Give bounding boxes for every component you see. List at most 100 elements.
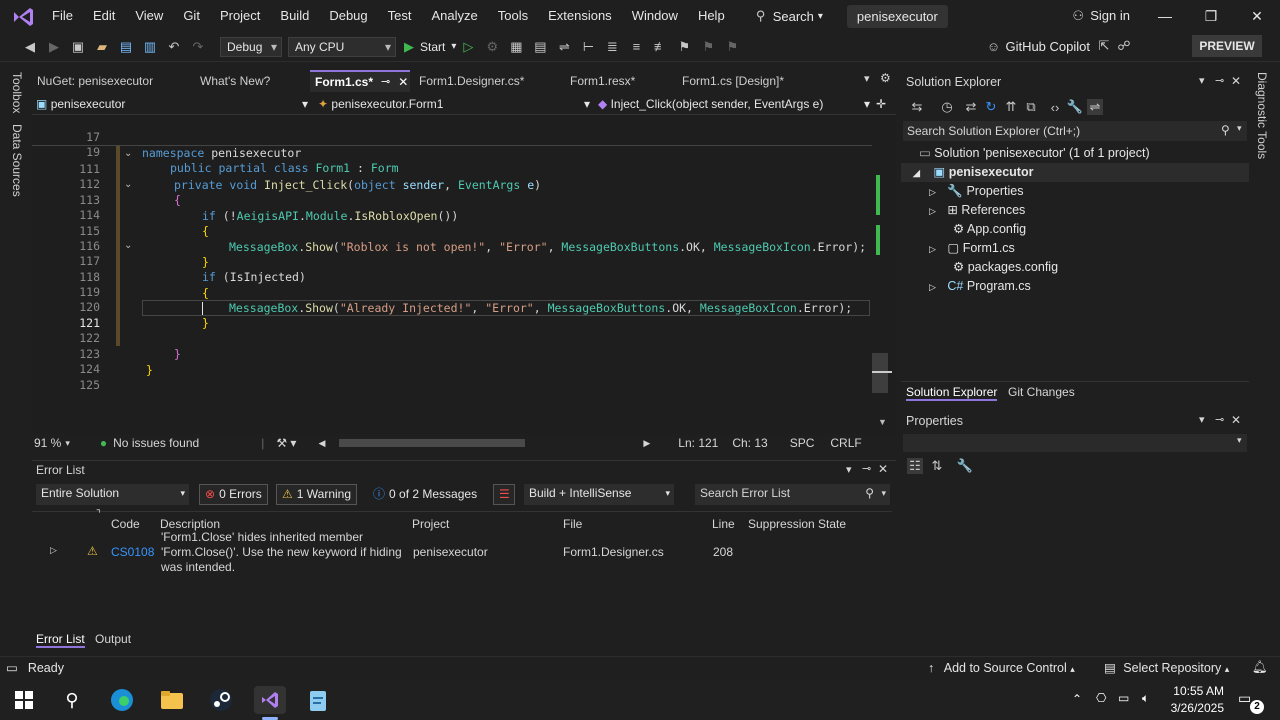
tab-form1-resx[interactable]: Form1.resx* [565,70,640,92]
switch-views-icon[interactable]: ⇄ [963,99,979,115]
chevron-down-icon[interactable]: ▾ [1199,413,1205,426]
project-dropdown[interactable]: ▣ penisexecutor ▾ [36,95,308,113]
chevron-down-icon[interactable]: ▾ [1199,74,1205,87]
notifications-bell-icon[interactable]: 🔔︎ [1252,660,1268,675]
tab-nuget[interactable]: NuGet: penisexecutor [32,70,158,92]
new-project-icon[interactable]: ▣ [70,39,86,55]
tab-form1-cs[interactable]: Form1.cs* ⊸ ✕ [310,70,410,92]
tree-item-solution[interactable]: ▭ Solution 'penisexecutor' (1 of 1 proje… [919,144,1150,163]
diagnostic-tools-tab[interactable]: Diagnostic Tools [1255,72,1269,159]
horizontal-scrollbar-thumb[interactable] [339,439,526,447]
categorized-icon[interactable]: ☷ [907,458,923,474]
select-repository-button[interactable]: ▤ Select Repository ▴ [1104,660,1229,675]
tab-whats-new[interactable]: What's New? [195,70,275,92]
preview-selected-icon[interactable]: ⇌ [1087,99,1103,115]
error-code-link[interactable]: CS0108 [111,545,154,559]
search-button[interactable]: ⚲ Search ▾ [743,8,833,24]
clock[interactable]: 10:55 AM 3/26/2025 [1168,683,1224,717]
windows-start-icon[interactable] [8,686,40,714]
indent-mode[interactable]: SPC [790,436,815,450]
sync-icon[interactable]: ⇆ [909,99,925,115]
menu-file[interactable]: File [42,0,83,32]
align-icon[interactable]: ⊢ [580,39,596,55]
scroll-down-icon[interactable]: ▼ [878,417,887,427]
open-folder-icon[interactable]: ▰ [94,39,110,55]
chevron-down-icon[interactable]: ▾ [846,463,852,476]
close-icon[interactable]: ✕ [398,72,408,92]
code-editor[interactable]: ⌄ ⌄ ⌄ 111 private void Inject_Click(obje… [32,115,896,435]
menu-view[interactable]: View [125,0,173,32]
uncomment-icon[interactable]: ≢ [652,39,668,55]
errors-filter-button[interactable]: ⊗ 0 Errors [199,484,268,505]
scroll-right-icon[interactable]: ▶ [643,438,650,449]
pin-icon[interactable]: ⊸ [1215,413,1224,426]
scroll-left-icon[interactable]: ◀ [318,438,325,449]
back-icon[interactable]: ◀ [22,39,38,55]
table-row[interactable]: ▷ ⚠ CS0108 'Form1.Close' hides inherited… [32,529,892,577]
tab-git-changes[interactable]: Git Changes [1008,385,1075,399]
alphabetical-icon[interactable]: ⇅ [929,458,945,474]
solution-search-input[interactable]: Search Solution Explorer (Ctrl+;) ⚲ ▾ [903,121,1247,141]
format-icon[interactable]: ≣ [604,39,620,55]
error-search-input[interactable]: Search Error List ⚲ ▾ [695,484,890,505]
member-dropdown[interactable]: ◆ Inject_Click(object sender, EventArgs … [598,95,870,113]
preview-badge[interactable]: PREVIEW [1192,35,1262,57]
view-code-icon[interactable]: ‹› [1047,99,1063,115]
steam-icon[interactable] [205,686,237,714]
pin-icon[interactable]: ⊸ [381,72,390,92]
tree-item-project[interactable]: ◢ ▣ penisexecutor [901,163,1249,182]
tree-item-packages-config[interactable]: ⚙ packages.config [953,258,1058,277]
menu-window[interactable]: Window [622,0,688,32]
menu-help[interactable]: Help [688,0,735,32]
scrollbar-thumb[interactable] [872,353,888,393]
prev-bookmark-icon[interactable]: ⚑ [700,39,716,55]
tab-form1-design[interactable]: Form1.cs [Design]* [677,70,789,92]
solution-platform-dropdown[interactable]: Any CPU [288,36,396,57]
tree-item-properties[interactable]: ▷ 🔧 Properties [929,182,1023,201]
menu-debug[interactable]: Debug [319,0,377,32]
close-icon[interactable]: ✕ [1231,413,1241,427]
comment-icon[interactable]: ≡ [628,39,644,55]
refresh-icon[interactable]: ↻ [983,99,999,115]
collapse-all-icon[interactable]: ⇈ [1003,99,1019,115]
volume-muted-icon[interactable]: 🔈︎ [1142,691,1149,706]
filter-icon[interactable]: ☰ [493,484,515,505]
history-icon[interactable]: ◷ [939,99,955,115]
property-pages-icon[interactable]: 🔧 [957,458,973,474]
chevron-down-icon[interactable]: ▾ [65,438,70,449]
show-all-files-icon[interactable]: ⧉ [1023,99,1039,115]
warnings-filter-button[interactable]: ⚠ 1 Warning [276,484,358,505]
menu-test[interactable]: Test [378,0,422,32]
menu-extensions[interactable]: Extensions [538,0,622,32]
tab-form1-designer[interactable]: Form1.Designer.cs* [414,70,529,92]
vertical-scrollbar[interactable]: ▼ [872,135,892,431]
menu-analyze[interactable]: Analyze [421,0,487,32]
close-window-button[interactable]: ✕ [1234,0,1280,32]
menu-build[interactable]: Build [270,0,319,32]
hot-reload-icon[interactable]: ⚙ [484,39,500,55]
sign-in-button[interactable]: ⚇ Sign in [1070,0,1130,32]
menu-tools[interactable]: Tools [488,0,538,32]
column-indicator[interactable]: Ch: 13 [732,436,767,450]
tab-overflow-chevron-icon[interactable]: ▾ [864,72,870,85]
tab-error-list[interactable]: Error List [36,632,85,648]
class-dropdown[interactable]: ✦ penisexecutor.Form1 ▾ [318,95,590,113]
tree-item-form1[interactable]: ▷ ▢ Form1.cs [929,239,1015,258]
toolbox-tab[interactable]: Toolbox [10,72,24,113]
pin-icon[interactable]: ⊸ [862,462,871,475]
github-copilot-button[interactable]: ☺ GitHub Copilot ⇱ ☍ [985,38,1132,54]
menu-git[interactable]: Git [173,0,210,32]
issues-status[interactable]: No issues found [113,436,199,450]
forward-icon[interactable]: ▶ [46,39,62,55]
undo-icon[interactable]: ↶ [166,39,182,55]
layout-icon[interactable]: ▤ [532,39,548,55]
close-icon[interactable]: ✕ [1231,74,1241,88]
expand-chevron-icon[interactable]: ▷ [50,545,57,556]
close-icon[interactable]: ✕ [878,462,888,476]
menu-project[interactable]: Project [210,0,270,32]
line-indicator[interactable]: Ln: 121 [678,436,718,450]
data-sources-tab[interactable]: Data Sources [10,124,24,197]
scope-dropdown[interactable]: Entire Solution ▾ [36,484,189,505]
gear-icon[interactable]: ⚙ [880,71,891,85]
sort-icon[interactable]: ⌝ [96,509,101,520]
